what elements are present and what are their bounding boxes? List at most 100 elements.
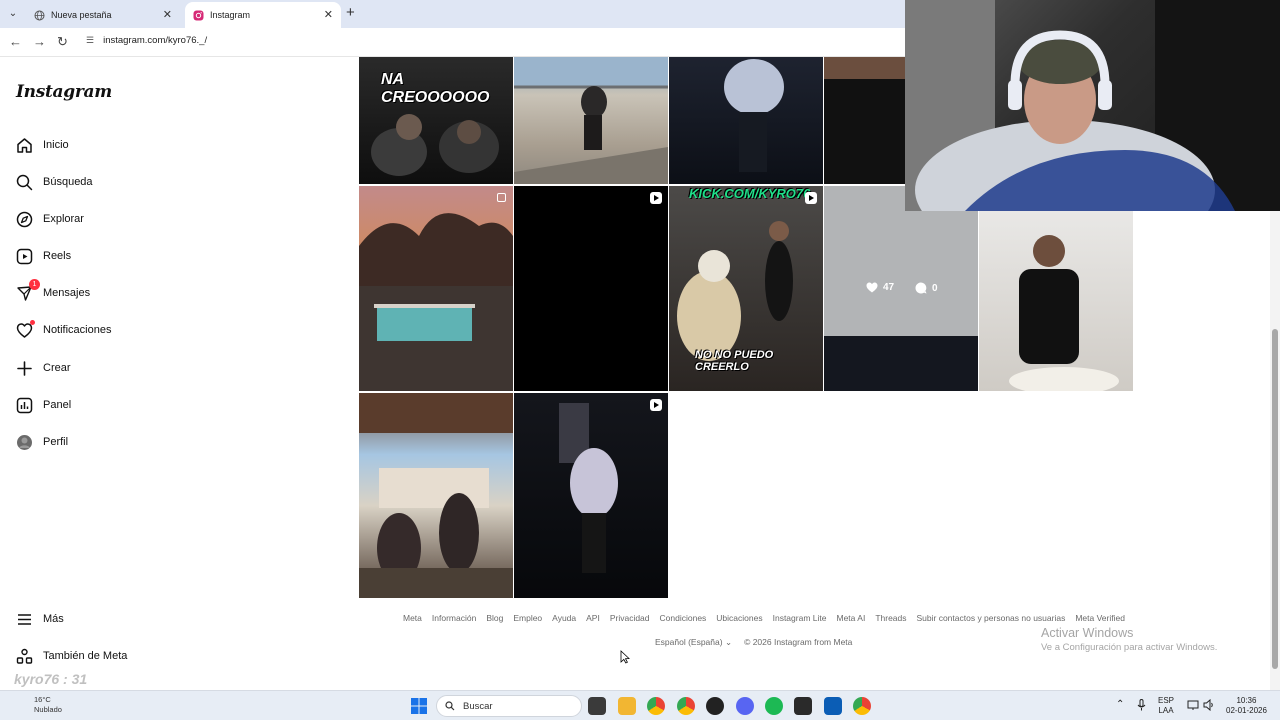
post-tile[interactable] xyxy=(824,57,906,184)
sidebar-item-panel[interactable]: Panel xyxy=(16,394,71,416)
microphone-icon[interactable] xyxy=(1137,699,1146,714)
watermark-title: Activar Windows xyxy=(1041,626,1134,640)
instagram-sidebar: Instagram Inicio Búsqueda Explorar Reels… xyxy=(0,57,345,690)
page-scrollbar[interactable] xyxy=(1270,211,1280,690)
post-tile[interactable] xyxy=(359,393,513,598)
close-tab-icon[interactable]: ✕ xyxy=(163,8,172,21)
sidebar-item-label: Mensajes xyxy=(43,287,91,299)
windows-taskbar: 16°C Nublado Buscar ⌃ ESP LAA 10:36 02-0… xyxy=(0,690,1280,720)
weather-text: Nublado xyxy=(34,705,62,714)
globe-icon xyxy=(34,10,45,21)
file-explorer-icon[interactable] xyxy=(618,697,636,715)
clock-time: 10:36 xyxy=(1236,696,1257,705)
post-tile[interactable]: NA CREOOOOOO xyxy=(359,57,513,184)
footer-link[interactable]: API xyxy=(586,613,600,623)
clock[interactable]: 10:36 02-01-2026 xyxy=(1226,696,1267,716)
sidebar-item-tambien-de-meta[interactable]: También de Meta xyxy=(16,645,127,667)
post-tile-hovered[interactable]: 47 0 xyxy=(824,186,978,391)
sidebar-item-notificaciones[interactable]: Notificaciones xyxy=(16,319,111,341)
sidebar-item-mensajes[interactable]: 1 Mensajes xyxy=(16,278,91,304)
hover-overlay xyxy=(824,186,978,391)
comments-count: 0 xyxy=(915,282,938,294)
footer-bottom: Español (España) ⌄ © 2026 Instagram from… xyxy=(655,637,852,648)
new-tab-plus-icon[interactable]: + xyxy=(346,5,355,21)
weather-widget[interactable]: 16°C Nublado xyxy=(34,695,62,715)
post-tile[interactable]: KICK.COM/KYRO76 NO NO PUEDO CREERLO xyxy=(669,186,823,391)
post-tile[interactable] xyxy=(669,57,823,184)
footer-link[interactable]: Privacidad xyxy=(610,613,650,623)
sidebar-item-inicio[interactable]: Inicio xyxy=(16,134,69,156)
taskbar-search-label: Buscar xyxy=(463,700,493,712)
footer-link[interactable]: Condiciones xyxy=(660,613,707,623)
volume-icon[interactable] xyxy=(1203,698,1215,714)
post-tile[interactable] xyxy=(359,186,513,391)
epic-games-icon[interactable] xyxy=(794,697,812,715)
chrome-icon[interactable] xyxy=(647,697,665,715)
likes-count: 47 xyxy=(866,282,894,293)
footer-link[interactable]: Meta AI xyxy=(836,613,865,623)
steam-icon[interactable] xyxy=(824,697,842,715)
footer-link[interactable]: Instagram Lite xyxy=(773,613,827,623)
post-tile[interactable] xyxy=(979,211,1133,391)
tray-chevron-up-icon[interactable]: ⌃ xyxy=(1116,700,1124,710)
post-tile[interactable] xyxy=(514,57,668,184)
scrollbar-thumb[interactable] xyxy=(1272,329,1278,669)
sidebar-item-label: Reels xyxy=(43,250,72,262)
footer-link[interactable]: Meta Verified xyxy=(1075,613,1125,623)
close-tab-icon[interactable]: ✕ xyxy=(324,8,333,21)
network-icon[interactable] xyxy=(1187,699,1199,714)
home-icon xyxy=(16,137,33,154)
sidebar-item-perfil[interactable]: Perfil xyxy=(16,431,68,453)
obs-icon[interactable] xyxy=(706,697,724,715)
sidebar-item-label: También de Meta xyxy=(43,650,128,662)
webcam-feed xyxy=(905,0,1280,211)
forward-arrow-icon[interactable]: → xyxy=(33,34,46,50)
post-tile[interactable] xyxy=(514,186,668,391)
footer-link[interactable]: Ubicaciones xyxy=(716,613,762,623)
reel-icon xyxy=(805,192,817,204)
post-caption-bottom: NO NO PUEDO CREERLO xyxy=(695,349,774,373)
sidebar-item-reels[interactable]: Reels xyxy=(16,245,71,267)
reload-icon[interactable]: ↻ xyxy=(57,34,68,50)
chrome-profile-icon[interactable] xyxy=(677,697,695,715)
back-arrow-icon[interactable]: ← xyxy=(9,34,22,50)
footer-link[interactable]: Threads xyxy=(875,613,906,623)
sidebar-item-label: Búsqueda xyxy=(43,176,93,188)
sidebar-item-label: Más xyxy=(43,613,64,625)
sidebar-item-mas[interactable]: Más xyxy=(16,608,64,630)
post-tile[interactable] xyxy=(514,393,668,598)
notification-dot xyxy=(30,319,35,325)
search-icon xyxy=(16,174,33,191)
footer-link[interactable]: Subir contactos y personas no usuarias xyxy=(917,613,1066,623)
tab-label: Instagram xyxy=(210,10,251,20)
tab-new-tab[interactable]: Nueva pestaña ✕ xyxy=(26,2,180,28)
language-label: Español (España) xyxy=(655,637,723,647)
windows-activation-watermark: Activar Windows Ve a Configuración para … xyxy=(1041,626,1217,653)
address-bar[interactable]: ☰ instagram.com/kyro76._/ xyxy=(86,35,207,46)
input-language[interactable]: ESP LAA xyxy=(1158,696,1174,716)
site-info-icon[interactable]: ☰ xyxy=(86,35,94,46)
watermark-subtitle: Ve a Configuración para activar Windows. xyxy=(1041,642,1218,653)
tab-instagram[interactable]: Instagram ✕ xyxy=(185,2,341,28)
sidebar-item-explorar[interactable]: Explorar xyxy=(16,208,84,230)
sidebar-item-label: Crear xyxy=(43,362,71,374)
sidebar-item-crear[interactable]: Crear xyxy=(16,357,71,379)
footer-link[interactable]: Meta xyxy=(403,613,422,623)
copyright: © 2026 Instagram from Meta xyxy=(744,637,853,647)
spotify-icon[interactable] xyxy=(765,697,783,715)
discord-icon[interactable] xyxy=(736,697,754,715)
footer-link[interactable]: Información xyxy=(432,613,476,623)
tab-search-chevron-icon[interactable]: ⌄ xyxy=(4,5,22,23)
chrome-active-icon[interactable] xyxy=(853,697,871,715)
footer-link[interactable]: Ayuda xyxy=(552,613,576,623)
windows-start-icon[interactable] xyxy=(410,697,428,715)
task-view-icon[interactable] xyxy=(588,697,606,715)
language-select[interactable]: Español (España) ⌄ xyxy=(655,637,732,648)
taskbar-search[interactable]: Buscar xyxy=(436,695,582,717)
instagram-logo[interactable]: Instagram xyxy=(16,82,112,102)
webcam-overlay xyxy=(905,0,1280,211)
sidebar-item-busqueda[interactable]: Búsqueda xyxy=(16,171,93,193)
footer-link[interactable]: Empleo xyxy=(513,613,542,623)
reel-icon xyxy=(650,399,662,411)
footer-link[interactable]: Blog xyxy=(486,613,503,623)
